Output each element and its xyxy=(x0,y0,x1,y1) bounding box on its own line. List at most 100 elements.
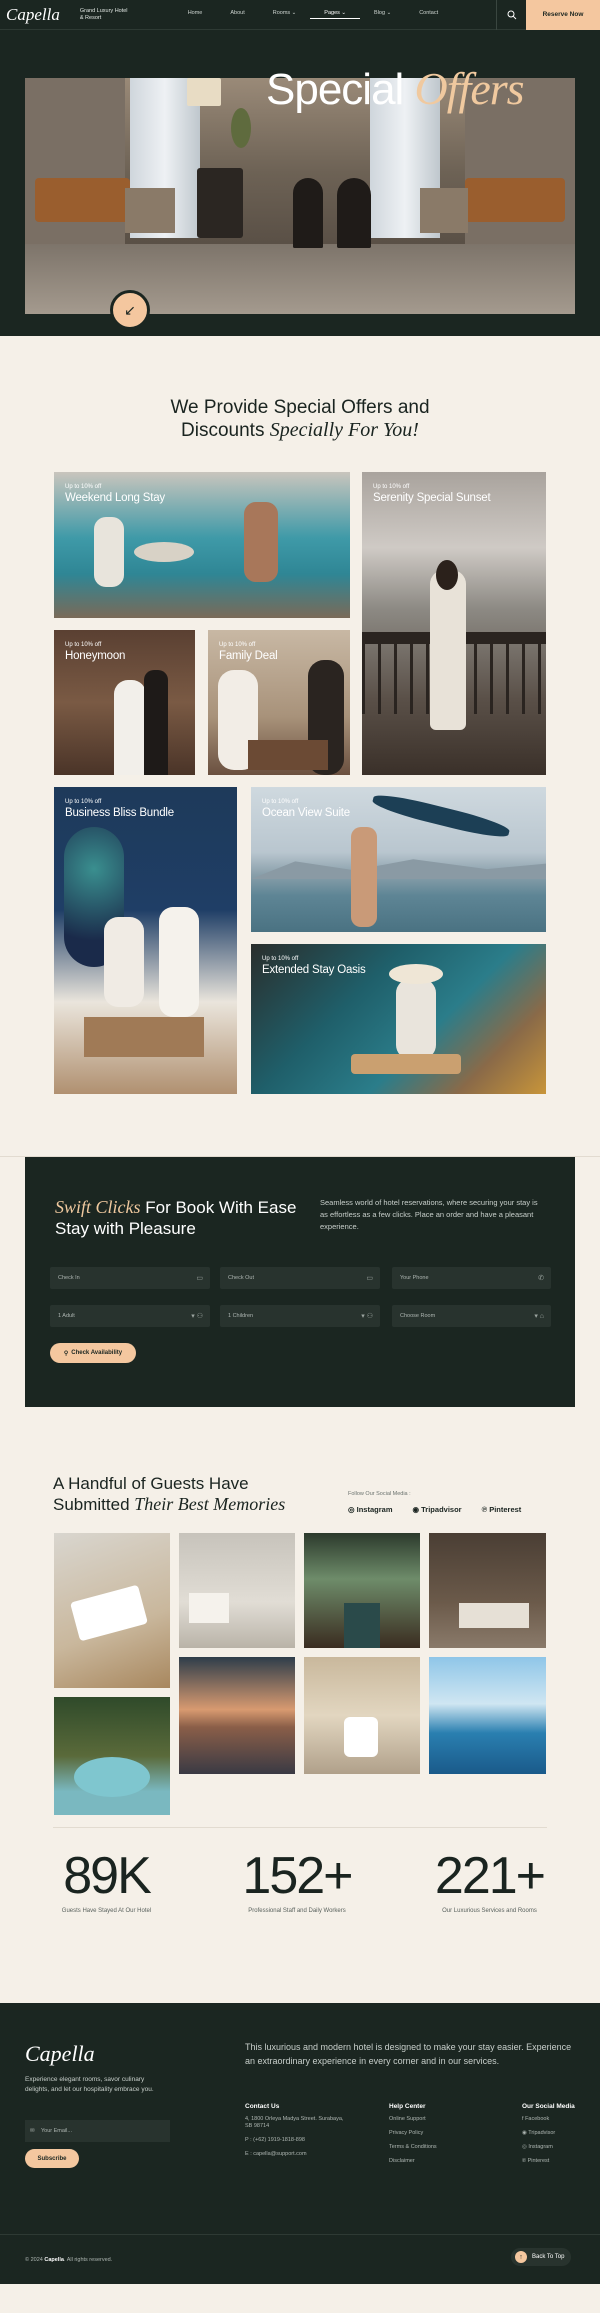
instagram-icon: ◎ xyxy=(348,1505,355,1514)
offer-card-serenity-special-sunset[interactable]: Up to 10% off Serenity Special Sunset xyxy=(362,472,546,775)
phone-placeholder: Your Phone xyxy=(400,1275,429,1281)
check-in-field[interactable]: Check In ▭ xyxy=(50,1267,210,1289)
tripadvisor-link[interactable]: ◉ Tripadvisor xyxy=(522,2130,592,2137)
gallery-photo-pool[interactable] xyxy=(429,1657,546,1774)
contact-heading: Contact Us xyxy=(245,2103,280,2110)
contact-address: 4, 1800 Orleya Madya Street. Surabaya, S… xyxy=(245,2116,344,2129)
site-footer: Capella Experience elegant rooms, savor … xyxy=(0,2003,600,2284)
help-link[interactable]: Terms & Conditions xyxy=(389,2144,469,2151)
offer-card-business-bliss-bundle[interactable]: Up to 10% off Business Bliss Bundle xyxy=(54,787,237,1094)
tripadvisor-label: Tripadvisor xyxy=(421,1505,462,1514)
check-availability-button[interactable]: ⚲ Check Availability xyxy=(50,1343,136,1363)
nav-home[interactable]: Home xyxy=(174,10,217,19)
offer-card-extended-stay-oasis[interactable]: Up to 10% off Extended Stay Oasis xyxy=(251,944,546,1094)
guests-title-plain: Submitted xyxy=(53,1495,130,1514)
phone-field[interactable]: Your Phone ✆ xyxy=(392,1267,551,1289)
instagram-link[interactable]: ◎ Instagram xyxy=(522,2144,592,2151)
instagram-label: Instagram xyxy=(528,2144,553,2150)
offer-name: Weekend Long Stay xyxy=(65,492,165,504)
stats-section: 89K Guests Have Stayed At Our Hotel 152+… xyxy=(0,1828,600,1958)
help-link[interactable]: Online Support xyxy=(389,2116,469,2123)
offer-discount: Up to 10% off xyxy=(65,799,102,805)
check-out-placeholder: Check Out xyxy=(228,1275,254,1281)
gallery-photo-dining[interactable] xyxy=(304,1533,420,1648)
footer-logo[interactable]: Capella xyxy=(25,2041,95,2067)
facebook-link[interactable]: f Facebook xyxy=(522,2116,592,2123)
back-to-top-button[interactable]: ↑ Back To Top xyxy=(511,2248,571,2266)
nav-contact[interactable]: Contact xyxy=(405,10,452,19)
gallery-photo-spa[interactable] xyxy=(54,1697,170,1815)
offers-grid: Up to 10% off Weekend Long Stay Up to 10%… xyxy=(0,472,600,1094)
pinterest-link[interactable]: ℗ Pinterest xyxy=(522,2158,592,2165)
stat-caption: Guests Have Stayed At Our Hotel xyxy=(61,1908,152,1914)
tripadvisor-icon: ◉ xyxy=(522,2130,527,2136)
instagram-link[interactable]: ◎ Instagram xyxy=(348,1505,393,1514)
footer-tagline: This luxurious and modern hotel is desig… xyxy=(245,2042,572,2066)
pinterest-icon: ℗ xyxy=(522,2158,527,2164)
pinterest-link[interactable]: ℗ Pinterest xyxy=(482,1505,522,1514)
stat-staff: 152+ Professional Staff and Daily Worker… xyxy=(238,1846,356,1914)
tripadvisor-link[interactable]: ◉ Tripadvisor xyxy=(413,1505,462,1514)
newsletter-email-input[interactable]: ✉ Your Email... xyxy=(25,2120,170,2142)
offers-heading-italic: Specially For You! xyxy=(269,419,419,441)
gallery-photo-bathroom[interactable] xyxy=(304,1657,420,1774)
offer-discount: Up to 10% off xyxy=(65,642,102,648)
adults-select[interactable]: 1 Adult ▾ ⚇ xyxy=(50,1305,210,1327)
footer-divider xyxy=(0,2234,600,2235)
check-in-placeholder: Check In xyxy=(58,1275,80,1281)
contact-phone[interactable]: P : (+62) 1919-1818-898 xyxy=(245,2137,345,2144)
reserve-now-button[interactable]: Reserve Now xyxy=(526,0,600,30)
stat-caption: Our Luxurious Services and Rooms xyxy=(442,1908,537,1914)
room-select[interactable]: Choose Room ▾ ⌂ xyxy=(392,1305,551,1327)
booking-description: Seamless world of hotel reservations, wh… xyxy=(320,1198,538,1231)
gallery-photo-breakfast[interactable] xyxy=(54,1533,170,1688)
booking-title-italic: Swift Clicks xyxy=(55,1197,141,1217)
tripadvisor-label: Tripadvisor xyxy=(528,2130,556,2136)
nav-pages[interactable]: Pages ⌄ xyxy=(310,10,361,19)
subscribe-button[interactable]: Subscribe xyxy=(25,2149,79,2168)
calendar-icon: ▭ xyxy=(366,1275,373,1282)
search-icon xyxy=(507,10,516,19)
contact-email[interactable]: E : capella@support.com xyxy=(245,2151,345,2158)
help-link[interactable]: Disclaimer xyxy=(389,2158,469,2165)
offer-card-weekend-long-stay[interactable]: Up to 10% off Weekend Long Stay xyxy=(54,472,350,618)
offer-discount: Up to 10% off xyxy=(65,484,102,490)
user-icon: ▾ ⚇ xyxy=(361,1313,373,1320)
offer-name: Honeymoon xyxy=(65,650,126,662)
gallery-photo-sunset[interactable] xyxy=(179,1657,295,1774)
copyright-brand: Capella xyxy=(44,2257,64,2263)
offer-discount: Up to 10% off xyxy=(262,956,299,962)
copyright: © 2024 Capella. All rights reserved. xyxy=(25,2257,112,2263)
site-header: Capella Grand Luxury Hotel & Resort Home… xyxy=(0,0,600,30)
user-icon: ▾ ⚇ xyxy=(191,1313,203,1320)
gallery-photo-lounge[interactable] xyxy=(429,1533,546,1648)
stat-guests: 89K Guests Have Stayed At Our Hotel xyxy=(54,1846,159,1914)
stat-value: 89K xyxy=(63,1847,152,1905)
nav-about[interactable]: About xyxy=(216,10,258,19)
children-select[interactable]: 1 Children ▾ ⚇ xyxy=(220,1305,380,1327)
help-heading: Help Center xyxy=(389,2103,426,2110)
special-offers-section: We Provide Special Offers and Discounts … xyxy=(0,336,600,1156)
gallery-photo-room[interactable] xyxy=(179,1533,295,1648)
arrow-up-icon: ↑ xyxy=(515,2251,527,2263)
nav-rooms[interactable]: Rooms ⌄ xyxy=(259,10,311,19)
logo[interactable]: Capella xyxy=(0,5,66,25)
booking-title-line2: Stay with Pleasure xyxy=(55,1219,196,1238)
scroll-down-button[interactable]: ↙ xyxy=(110,290,150,330)
pinterest-label: Pinterest xyxy=(489,1505,522,1514)
stat-services: 221+ Our Luxurious Services and Rooms xyxy=(432,1846,547,1914)
help-link[interactable]: Privacy Policy xyxy=(389,2130,469,2137)
stat-value: 152+ xyxy=(242,1847,353,1905)
instagram-icon: ◎ xyxy=(522,2144,527,2150)
nav-blog[interactable]: Blog ⌄ xyxy=(360,10,405,19)
offer-card-honeymoon[interactable]: Up to 10% off Honeymoon xyxy=(54,630,195,775)
offer-card-ocean-view-suite[interactable]: Up to 10% off Ocean View Suite xyxy=(251,787,546,932)
guest-memories-section: A Handful of Guests Have Submitted Their… xyxy=(0,1407,600,1827)
room-value: Choose Room xyxy=(400,1313,436,1319)
offer-name: Extended Stay Oasis xyxy=(262,964,366,976)
copyright-year: © 2024 xyxy=(25,2257,43,2263)
search-button[interactable] xyxy=(496,0,526,30)
offer-card-family-deal[interactable]: Up to 10% off Family Deal xyxy=(208,630,350,775)
check-out-field[interactable]: Check Out ▭ xyxy=(220,1267,380,1289)
offer-discount: Up to 10% off xyxy=(373,484,410,490)
